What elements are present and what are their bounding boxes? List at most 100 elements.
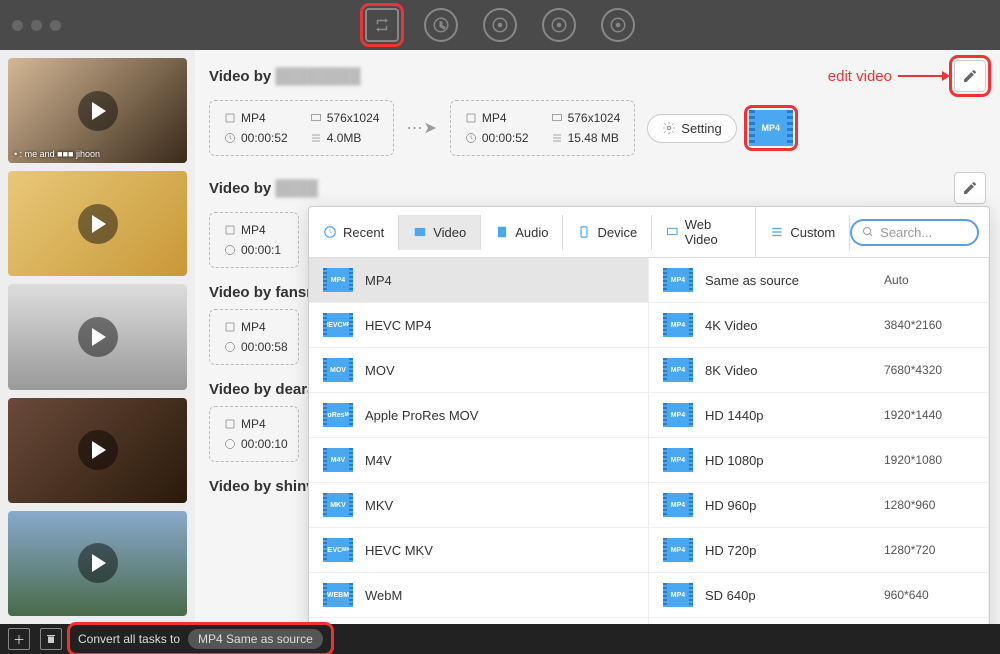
format-icon: MOV (323, 358, 353, 382)
format-icon: MP4 (663, 313, 693, 337)
format-icon: ProResMOV (323, 403, 353, 427)
tab-audio[interactable]: Audio (481, 215, 563, 250)
download-tab-icon[interactable] (424, 8, 458, 42)
format-item[interactable]: HEVCMP4 HEVC MP4 (309, 303, 648, 348)
convert-all-selector[interactable]: Convert all tasks to MP4 Same as source (72, 627, 329, 651)
preset-resolution: 7680*4320 (884, 363, 974, 377)
preset-label: 8K Video (705, 363, 872, 378)
video-thumb-4[interactable] (8, 398, 187, 503)
format-selector[interactable]: MP4 (749, 110, 793, 146)
preset-item[interactable]: MP4 Same as source Auto (649, 258, 988, 303)
minimize-dot[interactable] (31, 20, 42, 31)
preset-resolution: 3840*2160 (884, 318, 974, 332)
convert-tab-icon[interactable] (365, 8, 399, 42)
play-icon (78, 204, 118, 244)
preset-label: HD 1080p (705, 453, 872, 468)
format-icon: M4V (323, 448, 353, 472)
edit-video-annotation: edit video (828, 68, 946, 85)
search-input[interactable]: Search... (850, 219, 979, 246)
format-item[interactable]: MKV MKV (309, 483, 648, 528)
preset-label: HD 720p (705, 543, 872, 558)
play-icon (78, 543, 118, 583)
close-dot[interactable] (12, 20, 23, 31)
preset-label: HD 960p (705, 498, 872, 513)
thumbnail-sidebar: • : me and ■■■ jihoon (0, 50, 195, 624)
format-list-right[interactable]: MP4 Same as source Auto MP4 4K Video 3840*216… (649, 258, 989, 653)
current-format-pill: MP4 Same as source (188, 629, 323, 649)
format-popup: Recent Video Audio Device Web Video Cust… (308, 206, 990, 654)
preset-item[interactable]: MP4 SD 640p 960*640 (649, 573, 988, 618)
tab-device[interactable]: Device (563, 215, 652, 250)
preset-label: SD 640p (705, 588, 872, 603)
format-icon: MP4 (663, 493, 693, 517)
preset-label: 4K Video (705, 318, 872, 333)
zoom-dot[interactable] (50, 20, 61, 31)
format-item[interactable]: M4V M4V (309, 438, 648, 483)
play-icon (78, 91, 118, 131)
preset-item[interactable]: MP4HD 720p1280*720 (649, 528, 988, 573)
format-label: WebM (365, 588, 634, 603)
video-thumb-5[interactable] (8, 511, 187, 616)
format-icon: MP4 (663, 403, 693, 427)
format-label: MP4 (365, 273, 634, 288)
tab-custom[interactable]: Custom (756, 215, 850, 250)
format-icon: MP4 (663, 358, 693, 382)
preset-item[interactable]: MP4 4K Video 3840*2160 (649, 303, 988, 348)
video-thumb-3[interactable] (8, 284, 187, 389)
format-icon: MP4 (663, 268, 693, 292)
format-list-left[interactable]: MP4 MP4 HEVCMP4 HEVC MP4 MOVMOV ProResMOV Appl… (309, 258, 649, 653)
popup-tabs: Recent Video Audio Device Web Video Cust… (309, 207, 989, 258)
format-item[interactable]: WEBMWebM (309, 573, 648, 618)
format-label: MKV (365, 498, 634, 513)
task-row-1: Video by ████████ edit video MP4 576x102… (209, 60, 986, 156)
thumb-caption: • : me and ■■■ jihoon (14, 149, 100, 159)
tab-recent[interactable]: Recent (309, 215, 399, 250)
tab-webvideo[interactable]: Web Video (652, 207, 756, 257)
preset-item[interactable]: MP4 HD 960p 1280*960 (649, 483, 988, 528)
trash-button[interactable] (40, 628, 62, 650)
format-icon: MP4 (663, 583, 693, 607)
preset-resolution: 1920*1080 (884, 453, 974, 467)
preset-resolution: 1280*720 (884, 543, 974, 557)
preset-label: HD 1440p (705, 408, 872, 423)
source-info: MP4 00:00:1 (209, 212, 299, 268)
window-controls (12, 20, 61, 31)
edit-button[interactable] (954, 60, 986, 92)
format-label: HEVC MKV (365, 543, 634, 558)
play-icon (78, 317, 118, 357)
preset-label: Same as source (705, 273, 872, 288)
preset-item[interactable]: MP4 8K Video 7680*4320 (649, 348, 988, 393)
format-icon: MKV (323, 493, 353, 517)
format-item[interactable]: MOVMOV (309, 348, 648, 393)
source-info: MP4 576x1024 00:00:52 4.0MB (209, 100, 394, 156)
format-item[interactable]: ProResMOV Apple ProRes MOV (309, 393, 648, 438)
footer-bar: ＋ Convert all tasks to MP4 Same as sourc… (0, 624, 1000, 654)
preset-resolution: 1280*960 (884, 498, 974, 512)
disc1-icon[interactable] (483, 8, 517, 42)
arrow-icon: ⋯➤ (406, 118, 437, 138)
format-label: Apple ProRes MOV (365, 408, 634, 423)
preset-resolution: 1920*1440 (884, 408, 974, 422)
format-label: M4V (365, 453, 634, 468)
format-icon: HEVCMKV (323, 538, 353, 562)
svg-text:+: + (562, 19, 566, 25)
preset-item[interactable]: MP4 HD 1440p 1920*1440 (649, 393, 988, 438)
format-icon: MP4 (663, 448, 693, 472)
setting-button[interactable]: Setting (647, 114, 736, 143)
disc2-icon[interactable]: + (542, 8, 576, 42)
format-item[interactable]: HEVCMKV HEVC MKV (309, 528, 648, 573)
format-icon: HEVCMP4 (323, 313, 353, 337)
video-thumb-1[interactable]: • : me and ■■■ jihoon (8, 58, 187, 163)
format-label: HEVC MP4 (365, 318, 634, 333)
disc3-icon[interactable] (601, 8, 635, 42)
format-icon: MP4 (323, 268, 353, 292)
add-button[interactable]: ＋ (8, 628, 30, 650)
preset-resolution: 960*640 (884, 588, 974, 602)
preset-item[interactable]: MP4 HD 1080p 1920*1080 (649, 438, 988, 483)
tab-video[interactable]: Video (399, 215, 481, 250)
format-item[interactable]: MP4 MP4 (309, 258, 648, 303)
preset-resolution: Auto (884, 273, 974, 287)
edit-button[interactable] (954, 172, 986, 204)
play-icon (78, 430, 118, 470)
video-thumb-2[interactable] (8, 171, 187, 276)
